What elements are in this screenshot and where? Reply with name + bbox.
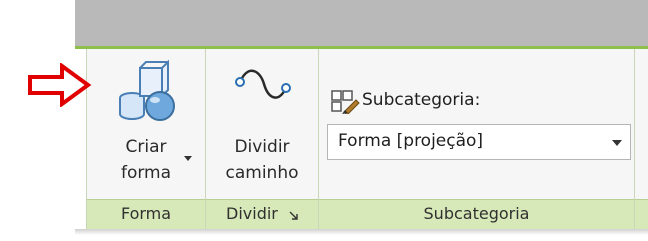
dialog-launcher-icon[interactable] (289, 208, 298, 222)
create-form-label-line1: Criar (125, 137, 167, 157)
panel-label-subcategoria: Subcategoria (423, 204, 530, 223)
red-arrow-icon (28, 62, 92, 111)
panel-label-dividir-text: Dividir (226, 204, 278, 223)
create-form-icon (110, 56, 180, 130)
ribbon-bottom-shadow (75, 229, 648, 235)
panel-label-dividir: Dividir (206, 199, 318, 229)
divide-path-label-line1: Dividir (234, 137, 290, 157)
subcategory-select-value: Forma [projeção] (338, 131, 484, 151)
create-form-button[interactable]: Criar forma (96, 52, 201, 197)
subcategory-label: Subcategoria: (362, 90, 481, 110)
create-form-label-line2: forma (120, 163, 172, 183)
divide-path-label-line2: caminho (225, 163, 299, 183)
subcategory-select[interactable]: Forma [projeção] (327, 124, 631, 160)
divide-path-button[interactable]: Dividir caminho (210, 52, 314, 197)
subcategory-icon (330, 88, 360, 118)
title-bar (75, 0, 648, 46)
chevron-down-icon[interactable] (184, 156, 192, 161)
panel-separator (634, 49, 635, 229)
chevron-down-icon[interactable] (612, 140, 622, 146)
panel-label-forma: Forma (120, 204, 172, 223)
divide-path-icon (232, 66, 294, 110)
